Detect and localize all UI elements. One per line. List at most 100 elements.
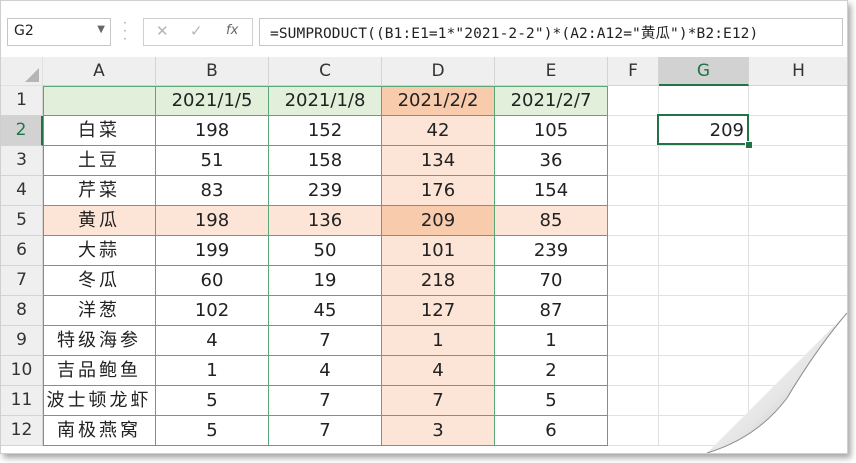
cell-c7[interactable]: 19 bbox=[269, 266, 382, 296]
cell-b7[interactable]: 60 bbox=[156, 266, 269, 296]
cell-f10[interactable] bbox=[608, 356, 659, 386]
cell-g4[interactable] bbox=[659, 176, 749, 206]
row-header[interactable]: 10 bbox=[1, 356, 43, 386]
cell-h10[interactable] bbox=[749, 356, 847, 386]
cell-c9[interactable]: 7 bbox=[269, 326, 382, 356]
cell-h11[interactable] bbox=[749, 386, 847, 416]
row-header[interactable]: 12 bbox=[1, 416, 43, 446]
cell-a8[interactable]: 洋葱 bbox=[43, 296, 156, 326]
cell-a4[interactable]: 芹菜 bbox=[43, 176, 156, 206]
row-header[interactable]: 2 bbox=[1, 116, 43, 146]
cell-b3[interactable]: 51 bbox=[156, 146, 269, 176]
row-header[interactable]: 1 bbox=[1, 86, 43, 116]
cell-g11[interactable] bbox=[659, 386, 749, 416]
cell-e4[interactable]: 154 bbox=[495, 176, 608, 206]
select-all-corner[interactable] bbox=[1, 57, 43, 86]
cell-c4[interactable]: 239 bbox=[269, 176, 382, 206]
cell-f1[interactable] bbox=[608, 86, 659, 116]
fx-icon[interactable]: fx bbox=[226, 23, 238, 38]
cell-h5[interactable] bbox=[749, 206, 847, 236]
cell-f6[interactable] bbox=[608, 236, 659, 266]
cell-g6[interactable] bbox=[659, 236, 749, 266]
cell-g9[interactable] bbox=[659, 326, 749, 356]
column-header-c[interactable]: C bbox=[269, 57, 382, 86]
cell-g3[interactable] bbox=[659, 146, 749, 176]
cell-a12[interactable]: 南极燕窝 bbox=[43, 416, 156, 446]
row-header[interactable]: 6 bbox=[1, 236, 43, 266]
name-box[interactable]: G2 ▼ bbox=[7, 18, 111, 46]
cell-c8[interactable]: 45 bbox=[269, 296, 382, 326]
cell-a2[interactable]: 白菜 bbox=[43, 116, 156, 146]
cell-f9[interactable] bbox=[608, 326, 659, 356]
cell-a5[interactable]: 黄瓜 bbox=[43, 206, 156, 236]
cell-h8[interactable] bbox=[749, 296, 847, 326]
cell-h7[interactable] bbox=[749, 266, 847, 296]
cell-b11[interactable]: 5 bbox=[156, 386, 269, 416]
cell-a9[interactable]: 特级海参 bbox=[43, 326, 156, 356]
cell-e7[interactable]: 70 bbox=[495, 266, 608, 296]
cell-g5[interactable] bbox=[659, 206, 749, 236]
cell-d6[interactable]: 101 bbox=[382, 236, 495, 266]
cell-d2[interactable]: 42 bbox=[382, 116, 495, 146]
cell-f12[interactable] bbox=[608, 416, 659, 446]
row-header[interactable]: 7 bbox=[1, 266, 43, 296]
cell-a1[interactable] bbox=[43, 86, 156, 116]
cell-e2[interactable]: 105 bbox=[495, 116, 608, 146]
column-header-f[interactable]: F bbox=[608, 57, 659, 86]
cell-c2[interactable]: 152 bbox=[269, 116, 382, 146]
cell-d11[interactable]: 7 bbox=[382, 386, 495, 416]
cell-a10[interactable]: 吉品鲍鱼 bbox=[43, 356, 156, 386]
cell-c11[interactable]: 7 bbox=[269, 386, 382, 416]
cell-f7[interactable] bbox=[608, 266, 659, 296]
cell-e11[interactable]: 5 bbox=[495, 386, 608, 416]
cell-d8[interactable]: 127 bbox=[382, 296, 495, 326]
cell-b12[interactable]: 5 bbox=[156, 416, 269, 446]
row-header[interactable]: 5 bbox=[1, 206, 43, 236]
cell-f5[interactable] bbox=[608, 206, 659, 236]
cell-d5[interactable]: 209 bbox=[382, 206, 495, 236]
cell-b6[interactable]: 199 bbox=[156, 236, 269, 266]
cell-b4[interactable]: 83 bbox=[156, 176, 269, 206]
cell-d4[interactable]: 176 bbox=[382, 176, 495, 206]
cell-e1[interactable]: 2021/2/7 bbox=[495, 86, 608, 116]
cancel-icon[interactable]: ✕ bbox=[156, 22, 169, 40]
formula-input[interactable]: =SUMPRODUCT((B1:E1=1*"2021-2-2")*(A2:A12… bbox=[259, 18, 843, 46]
row-header[interactable]: 9 bbox=[1, 326, 43, 356]
cell-b10[interactable]: 1 bbox=[156, 356, 269, 386]
column-header-g[interactable]: G bbox=[659, 57, 749, 86]
cell-a7[interactable]: 冬瓜 bbox=[43, 266, 156, 296]
cell-c5[interactable]: 136 bbox=[269, 206, 382, 236]
cell-d9[interactable]: 1 bbox=[382, 326, 495, 356]
column-header-b[interactable]: B bbox=[156, 57, 269, 86]
column-header-e[interactable]: E bbox=[495, 57, 608, 86]
cell-h3[interactable] bbox=[749, 146, 847, 176]
column-header-d[interactable]: D bbox=[382, 57, 495, 86]
chevron-down-icon[interactable]: ▼ bbox=[97, 24, 105, 35]
cell-g8[interactable] bbox=[659, 296, 749, 326]
cell-h1[interactable] bbox=[749, 86, 847, 116]
cell-a3[interactable]: 土豆 bbox=[43, 146, 156, 176]
cell-b1[interactable]: 2021/1/5 bbox=[156, 86, 269, 116]
cell-f11[interactable] bbox=[608, 386, 659, 416]
fill-handle[interactable] bbox=[745, 141, 753, 149]
cell-e5[interactable]: 85 bbox=[495, 206, 608, 236]
cell-b8[interactable]: 102 bbox=[156, 296, 269, 326]
cell-f8[interactable] bbox=[608, 296, 659, 326]
cell-b9[interactable]: 4 bbox=[156, 326, 269, 356]
cell-d7[interactable]: 218 bbox=[382, 266, 495, 296]
cell-d1[interactable]: 2021/2/2 bbox=[382, 86, 495, 116]
cell-c10[interactable]: 4 bbox=[269, 356, 382, 386]
cell-c12[interactable]: 7 bbox=[269, 416, 382, 446]
cell-a11[interactable]: 波士顿龙虾 bbox=[43, 386, 156, 416]
cell-g12[interactable] bbox=[659, 416, 749, 446]
cell-c1[interactable]: 2021/1/8 bbox=[269, 86, 382, 116]
cell-e10[interactable]: 2 bbox=[495, 356, 608, 386]
cell-f3[interactable] bbox=[608, 146, 659, 176]
cell-f4[interactable] bbox=[608, 176, 659, 206]
cell-d3[interactable]: 134 bbox=[382, 146, 495, 176]
cell-d10[interactable]: 4 bbox=[382, 356, 495, 386]
cell-e3[interactable]: 36 bbox=[495, 146, 608, 176]
row-header[interactable]: 11 bbox=[1, 386, 43, 416]
cell-c3[interactable]: 158 bbox=[269, 146, 382, 176]
cell-d12[interactable]: 3 bbox=[382, 416, 495, 446]
